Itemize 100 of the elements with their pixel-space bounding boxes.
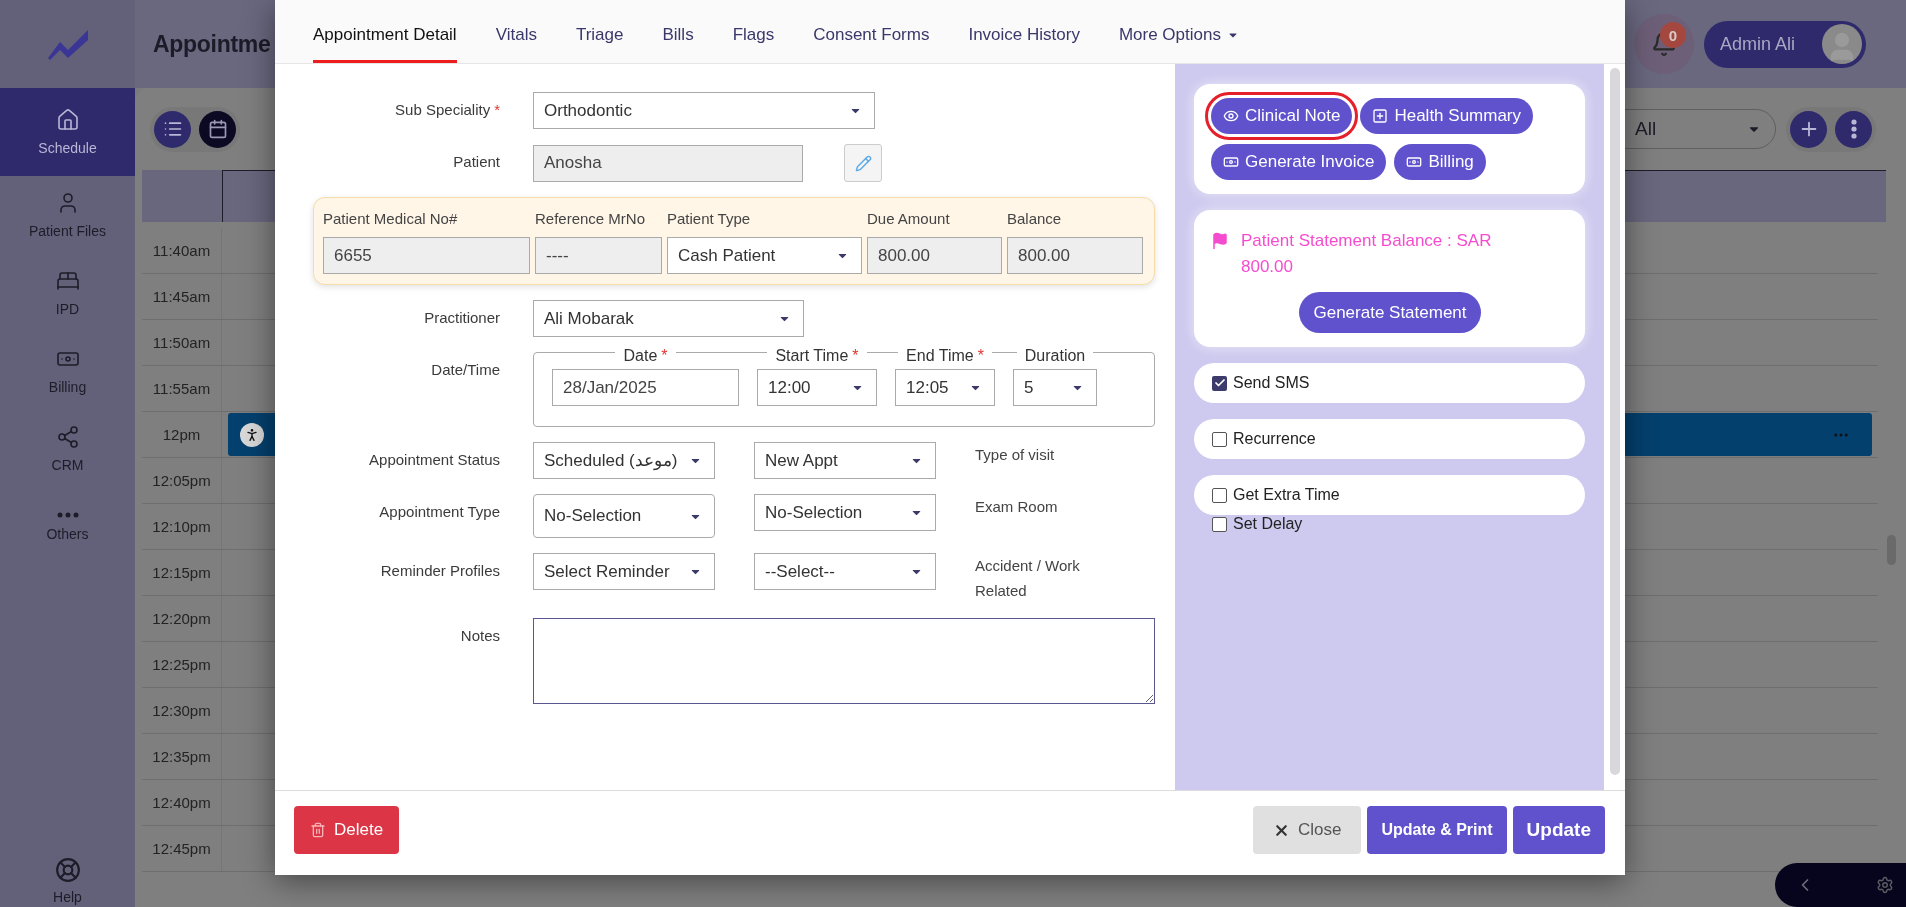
time-label: 11:55am — [142, 366, 222, 411]
field-label: Notes — [459, 626, 500, 646]
avatar-icon — [1822, 24, 1862, 64]
time-label: 12:20pm — [142, 596, 222, 641]
statement-balance: Patient Statement Balance : SAR 800.00 — [1241, 230, 1493, 278]
field-label: Due Amount — [867, 210, 951, 227]
dropdown[interactable]: No-Selection — [754, 494, 936, 531]
field-label: Exam Room — [975, 497, 1059, 517]
field-label: Appointment Type — [378, 502, 500, 522]
tab[interactable]: Appointment Detail — [313, 10, 457, 63]
notes-field[interactable] — [533, 618, 1155, 704]
dropdown[interactable]: No-Selection — [533, 494, 715, 538]
checkbox[interactable] — [1212, 431, 1227, 447]
list-view-button[interactable] — [154, 110, 191, 148]
input-field[interactable]: 800.00 — [867, 237, 1002, 274]
field-label: Reminder Profiles — [379, 561, 500, 581]
action-button[interactable]: Health Summary — [1360, 98, 1534, 134]
dropdown[interactable]: Select Reminder — [533, 553, 715, 590]
update-button[interactable]: Update — [1512, 806, 1605, 854]
dropdown[interactable]: 12:05 — [895, 369, 995, 406]
time-label: 12:05pm — [142, 458, 222, 503]
dropdown[interactable]: 5 — [1013, 369, 1097, 406]
time-label: 12pm — [142, 412, 222, 457]
time-label: 12:30pm — [142, 688, 222, 733]
field-label: Patient — [452, 152, 500, 172]
checkbox[interactable] — [1212, 375, 1227, 391]
time-label: 12:35pm — [142, 734, 222, 779]
add-button[interactable] — [1790, 110, 1827, 148]
settings-icon[interactable] — [1876, 876, 1894, 894]
field-label: Accident / Work Related — [975, 556, 1081, 601]
dropdown[interactable]: 12:00 — [757, 369, 877, 406]
sidebar-item[interactable]: Schedule — [0, 88, 135, 176]
dropdown[interactable]: New Appt — [754, 442, 936, 479]
field-label: Patient Medical No# — [323, 210, 459, 227]
dropdown[interactable]: Scheduled (موعد) — [533, 442, 715, 479]
dropdown[interactable]: Ali Mobarak — [533, 300, 804, 337]
more-button[interactable] — [1835, 110, 1872, 148]
tab[interactable]: Invoice History — [968, 10, 1080, 63]
time-label: 12:40pm — [142, 780, 222, 825]
time-label: 11:50am — [142, 320, 222, 365]
dropdown[interactable]: Cash Patient — [667, 237, 862, 274]
tab[interactable]: Bills — [662, 10, 694, 63]
notification-button[interactable]: 0 — [1634, 14, 1694, 74]
input-field[interactable]: 28/Jan/2025 — [552, 369, 739, 406]
calendar-view-button[interactable] — [199, 110, 236, 148]
trash-icon — [310, 822, 326, 838]
time-label: 11:40am — [142, 228, 222, 273]
input-field[interactable]: 800.00 — [1007, 237, 1143, 274]
field-label: Practitioner — [423, 308, 500, 328]
checkbox-label: Get Extra Time — [1233, 486, 1340, 504]
action-button[interactable]: Billing — [1394, 144, 1486, 180]
scrollbar-thumb[interactable] — [1609, 68, 1620, 775]
checkbox[interactable] — [1212, 516, 1227, 532]
lifebuoy-icon — [54, 857, 81, 883]
nav-icon — [55, 269, 80, 293]
nav-icon — [55, 108, 80, 132]
page-title: Appointme — [153, 30, 271, 58]
checkbox[interactable] — [1212, 487, 1227, 503]
pencil-icon — [854, 154, 872, 172]
user-menu[interactable]: Admin Ali — [1704, 20, 1866, 68]
nav-icon — [55, 425, 80, 449]
flag-icon — [1211, 232, 1229, 250]
notification-count: 0 — [1660, 22, 1686, 48]
kebab-menu-icon — [1850, 119, 1857, 139]
field-label: Date/Time — [430, 360, 500, 380]
field-label: Balance — [1007, 210, 1063, 227]
person-icon — [240, 422, 264, 447]
dropdown[interactable]: Orthodontic — [533, 92, 875, 129]
plus-square-icon — [1372, 108, 1389, 124]
update-print-button[interactable]: Update & Print — [1367, 806, 1507, 854]
time-label: 11:45am — [142, 274, 222, 319]
field-label: Patient Type — [667, 210, 752, 227]
checkbox-label: Recurrence — [1233, 430, 1316, 448]
tab[interactable]: More Options — [1118, 10, 1239, 63]
logo-icon — [45, 28, 90, 60]
calendar-icon — [207, 119, 228, 139]
close-button[interactable]: Close — [1253, 806, 1362, 854]
field-label: Appointment Status — [368, 450, 500, 470]
tab[interactable]: Triage — [575, 10, 624, 63]
banknote-icon — [1406, 154, 1423, 170]
tab[interactable]: Consent Forms — [813, 10, 930, 63]
generate-statement-button[interactable]: Generate Statement — [1299, 292, 1481, 333]
input-field[interactable]: 6655 — [323, 237, 530, 274]
time-label: 12:10pm — [142, 504, 222, 549]
action-button[interactable]: Generate Invoice — [1211, 144, 1387, 180]
time-label: 12:25pm — [142, 642, 222, 687]
time-label: 12:15pm — [142, 550, 222, 595]
tab[interactable]: Vitals — [495, 10, 537, 63]
field-label: Type of visit — [975, 445, 1056, 465]
input-field[interactable]: ---- — [535, 237, 662, 274]
checkbox-label: Send SMS — [1233, 374, 1310, 392]
dropdown[interactable]: --Select-- — [754, 553, 936, 590]
banknote-icon — [1223, 154, 1239, 170]
tab[interactable]: Flags — [732, 10, 775, 63]
field-label: Sub Speciality * — [394, 100, 500, 120]
field-label: Reference MrNo — [535, 210, 647, 227]
dots-icon — [56, 512, 79, 518]
delete-button[interactable]: Delete — [294, 806, 400, 854]
list-icon — [162, 119, 183, 139]
eye-icon — [1223, 108, 1239, 124]
